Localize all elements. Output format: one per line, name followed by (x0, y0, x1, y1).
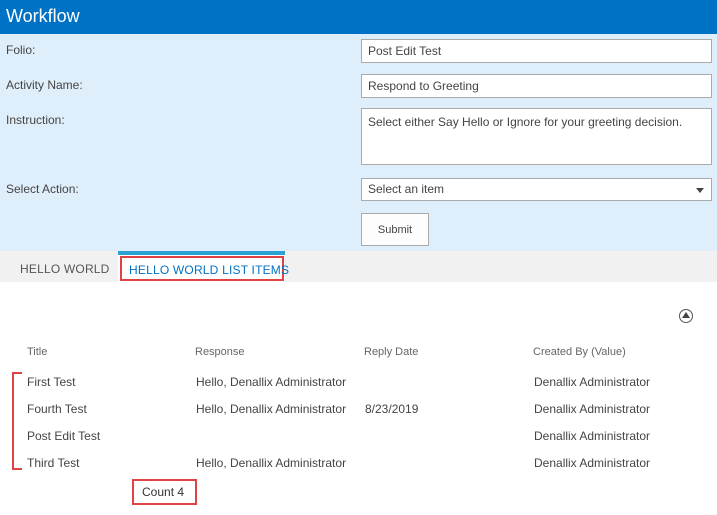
chevron-up-circle-icon (682, 312, 690, 318)
select-action-dropdown[interactable]: Select an item (361, 178, 712, 201)
count-label: Count (142, 485, 175, 499)
cell-title: Post Edit Test (27, 429, 101, 443)
collapse-button[interactable] (679, 309, 693, 323)
cell-reply-date: 8/23/2019 (365, 402, 419, 416)
select-action-value: Select an item (368, 182, 445, 196)
folio-field[interactable]: Post Edit Test (361, 39, 712, 63)
cell-created-by: Denallix Administrator (534, 429, 651, 443)
cell-created-by: Denallix Administrator (534, 402, 651, 416)
select-action-label: Select Action: (6, 182, 79, 196)
column-header-created-by[interactable]: Created By (Value) (533, 346, 626, 358)
window-title: Workflow (0, 0, 717, 34)
instruction-field[interactable]: Select either Say Hello or Ignore for yo… (361, 108, 712, 165)
cell-created-by: Denallix Administrator (534, 375, 651, 389)
count-value: 4 (177, 485, 185, 499)
cell-response: Hello, Denallix Administrator (196, 375, 347, 389)
cell-title: Fourth Test (27, 402, 87, 416)
submit-button[interactable]: Submit (361, 213, 429, 246)
cell-title: First Test (27, 375, 76, 389)
cell-response: Hello, Denallix Administrator (196, 402, 347, 416)
item-count: Count 4 (132, 479, 197, 505)
activity-name-label: Activity Name: (6, 78, 83, 92)
cell-response: Hello, Denallix Administrator (196, 456, 347, 470)
folio-label: Folio: (6, 43, 36, 57)
activity-name-field[interactable]: Respond to Greeting (361, 74, 712, 98)
tab-hello-world-list-items-label[interactable]: HELLO WORLD LIST ITEMS (129, 263, 289, 277)
column-header-reply-date[interactable]: Reply Date (364, 346, 418, 358)
column-header-response[interactable]: Response (195, 346, 245, 358)
cell-title: Third Test (27, 456, 80, 470)
instruction-label: Instruction: (6, 113, 65, 127)
column-header-title[interactable]: Title (27, 346, 47, 358)
cell-created-by: Denallix Administrator (534, 456, 651, 470)
tab-hello-world[interactable]: HELLO WORLD (20, 262, 110, 276)
chevron-down-icon (696, 188, 704, 193)
rows-highlight (12, 372, 22, 470)
